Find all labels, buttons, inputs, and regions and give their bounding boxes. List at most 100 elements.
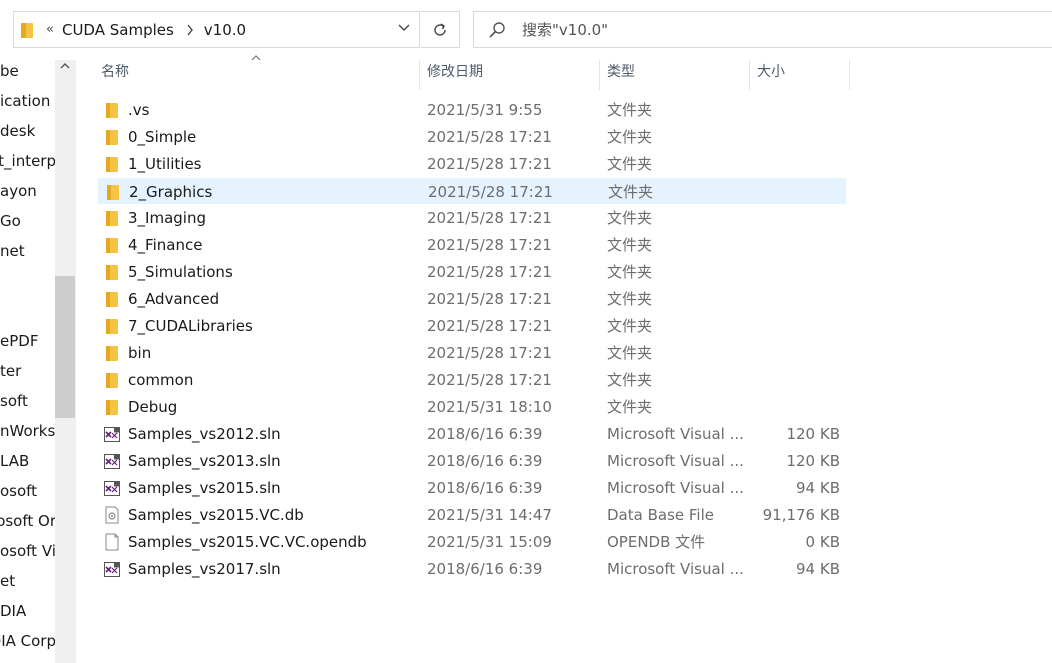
file-row[interactable]: Samples_vs2015.VC.db 2021/5/31 14:47 Data … (98, 502, 846, 528)
folder-icon (105, 183, 121, 201)
file-type: 文件夹 (607, 155, 653, 173)
file-date: 2018/6/16 6:39 (427, 452, 543, 470)
column-divider[interactable] (419, 60, 420, 90)
breadcrumb-item-current[interactable]: v10.0 (204, 21, 246, 39)
file-date: 2021/5/28 17:21 (427, 128, 552, 146)
folder-icon (104, 398, 120, 416)
file-name: common (128, 371, 194, 389)
nav-item[interactable]: net (0, 242, 56, 260)
breadcrumb-item[interactable]: CUDA Samples (62, 21, 174, 39)
scroll-up-arrow-icon[interactable] (59, 60, 71, 72)
file-row[interactable]: Samples_vs2015.VC.VC.opendb 2021/5/31 15:… (98, 529, 846, 555)
chevron-down-icon[interactable] (397, 21, 411, 35)
folder-icon (104, 344, 120, 362)
file-row[interactable]: Samples_vs2013.sln 2018/6/16 6:39 Microsof… (98, 448, 846, 474)
vs-solution-icon (104, 479, 120, 497)
search-box[interactable]: 搜索"v10.0" (473, 11, 1052, 48)
file-date: 2021/5/31 14:47 (427, 506, 552, 524)
file-date: 2021/5/31 15:09 (427, 533, 552, 551)
file-row[interactable]: 7_CUDALibraries 2021/5/28 17:21 文件夹 (98, 313, 846, 339)
file-row[interactable]: Samples_vs2012.sln 2018/6/16 6:39 Microsof… (98, 421, 846, 447)
file-type: 文件夹 (607, 101, 653, 119)
nav-item[interactable]: be (0, 62, 56, 80)
file-row[interactable]: Debug 2021/5/31 18:10 文件夹 (98, 394, 846, 420)
nav-item[interactable]: ePDF (0, 332, 56, 350)
file-date: 2021/5/28 17:21 (427, 371, 552, 389)
database-file-icon (104, 506, 120, 524)
file-size: 94 KB (796, 560, 840, 578)
file-date: 2018/6/16 6:39 (427, 479, 543, 497)
nav-item[interactable]: LAB (0, 452, 56, 470)
nav-item[interactable]: ter (0, 362, 56, 380)
folder-icon (21, 22, 33, 38)
file-type: 文件夹 (607, 128, 653, 146)
refresh-button[interactable] (421, 11, 460, 48)
file-row[interactable]: common 2021/5/28 17:21 文件夹 (98, 367, 846, 393)
file-name: Samples_vs2015.VC.db (128, 506, 304, 524)
nav-item[interactable]: soft (0, 392, 56, 410)
file-type: 文件夹 (608, 183, 654, 201)
column-divider[interactable] (599, 60, 600, 90)
file-name: Debug (128, 398, 178, 416)
nav-item[interactable]: ayon (0, 182, 56, 200)
file-name: 3_Imaging (128, 209, 206, 227)
file-date: 2021/5/28 17:21 (427, 290, 552, 308)
column-divider[interactable] (749, 60, 750, 90)
nav-item[interactable]: Go (0, 212, 56, 230)
nav-item[interactable]: osoft Vi (0, 542, 56, 560)
file-row[interactable]: 0_Simple 2021/5/28 17:21 文件夹 (98, 124, 846, 150)
nav-scrollbar-thumb[interactable] (55, 276, 75, 418)
file-row[interactable]: 1_Utilities 2021/5/28 17:21 文件夹 (98, 151, 846, 177)
folder-icon (104, 290, 120, 308)
file-row[interactable]: 5_Simulations 2021/5/28 17:21 文件夹 (98, 259, 846, 285)
file-row[interactable]: Samples_vs2015.sln 2018/6/16 6:39 Microsof… (98, 475, 846, 501)
file-row[interactable]: 6_Advanced 2021/5/28 17:21 文件夹 (98, 286, 846, 312)
file-type: 文件夹 (607, 263, 653, 281)
file-date: 2021/5/28 17:21 (428, 183, 553, 201)
file-name: Samples_vs2013.sln (128, 452, 281, 470)
address-bar[interactable]: « CUDA Samples v10.0 (13, 11, 420, 48)
file-row[interactable]: 2_Graphics 2021/5/28 17:21 文件夹 (98, 178, 846, 204)
column-header-name[interactable]: 名称 (96, 60, 419, 90)
nav-item[interactable]: et (0, 572, 56, 590)
folder-icon (104, 317, 120, 335)
file-type: Microsoft Visual ... (607, 452, 744, 470)
nav-item[interactable]: DIA (0, 602, 56, 620)
blank-file-icon (104, 533, 120, 551)
nav-item[interactable]: nWorks (0, 422, 56, 440)
column-header-date[interactable]: 修改日期 (422, 60, 599, 90)
file-date: 2018/6/16 6:39 (427, 560, 543, 578)
nav-item[interactable]: osoft Or (0, 512, 56, 530)
file-row[interactable]: bin 2021/5/28 17:21 文件夹 (98, 340, 846, 366)
folder-icon (104, 155, 120, 173)
nav-item[interactable]: DIA Corp (0, 632, 56, 650)
file-type: 文件夹 (607, 344, 653, 362)
nav-item[interactable]: st_interp (0, 152, 56, 170)
folder-icon (104, 263, 120, 281)
folder-icon (104, 209, 120, 227)
file-name: bin (128, 344, 152, 362)
nav-item[interactable]: desk (0, 122, 56, 140)
file-type: 文件夹 (607, 236, 653, 254)
file-type: 文件夹 (607, 290, 653, 308)
search-placeholder[interactable]: 搜索"v10.0" (522, 19, 608, 40)
file-name: 7_CUDALibraries (128, 317, 253, 335)
file-date: 2021/5/28 17:21 (427, 236, 552, 254)
column-divider[interactable] (849, 60, 850, 90)
file-size: 0 KB (805, 533, 840, 551)
file-row[interactable]: Samples_vs2017.sln 2018/6/16 6:39 Microsof… (98, 556, 846, 582)
chevron-right-icon[interactable] (186, 24, 194, 36)
file-type: 文件夹 (607, 398, 653, 416)
breadcrumb-overflow[interactable]: « (46, 22, 54, 37)
nav-item[interactable]: osoft (0, 482, 56, 500)
column-header-size[interactable]: 大小 (752, 60, 849, 90)
column-header-type[interactable]: 类型 (602, 60, 749, 90)
nav-item[interactable]: ication (0, 92, 56, 110)
file-name: 0_Simple (128, 128, 197, 146)
nav-scrollbar[interactable] (55, 60, 75, 663)
navigation-bar: « CUDA Samples v10.0 搜索"v10.0" (0, 0, 1052, 60)
file-size: 94 KB (796, 479, 840, 497)
file-row[interactable]: 3_Imaging 2021/5/28 17:21 文件夹 (98, 205, 846, 231)
file-row[interactable]: .vs 2021/5/31 9:55 文件夹 (98, 97, 846, 123)
file-row[interactable]: 4_Finance 2021/5/28 17:21 文件夹 (98, 232, 846, 258)
